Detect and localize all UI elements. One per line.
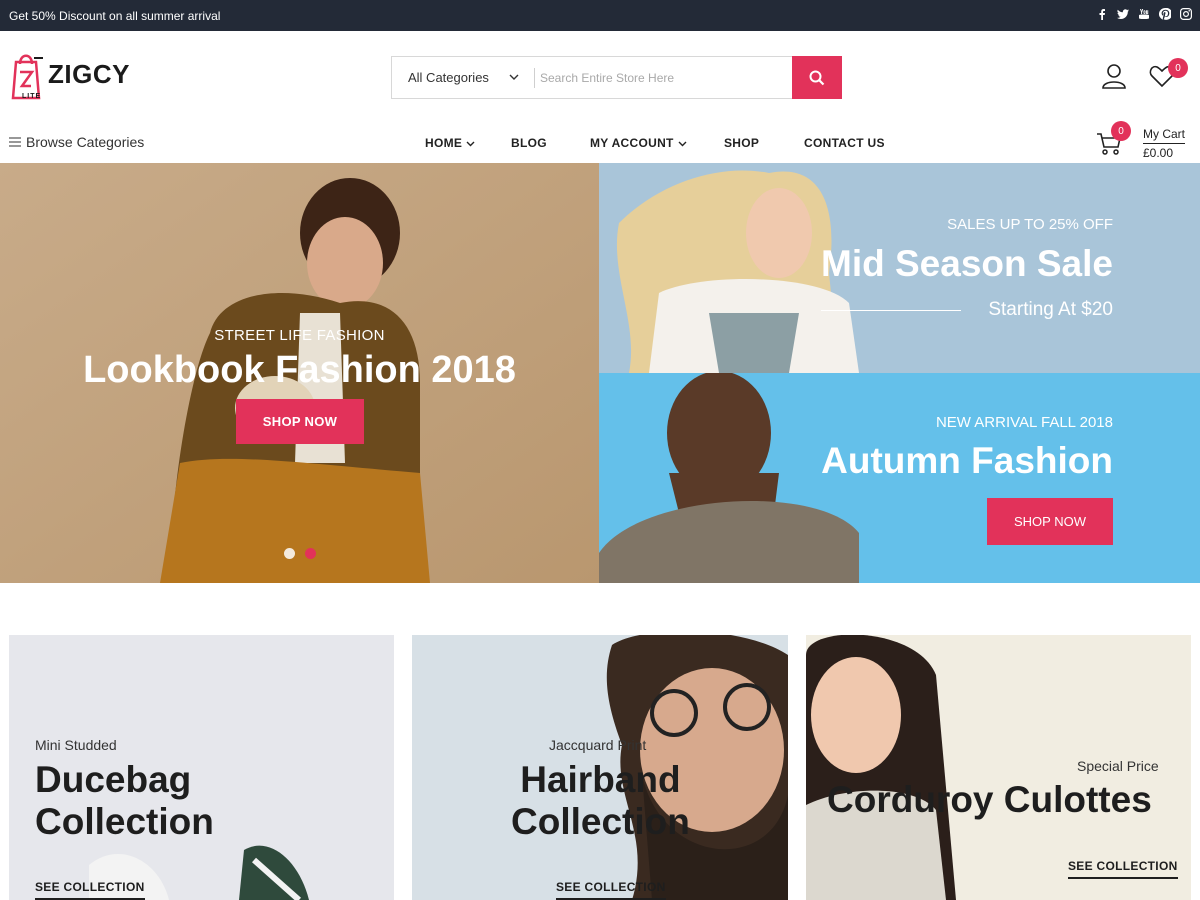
card-eyebrow: Jaccquard Print — [549, 737, 647, 753]
banner-eyebrow: NEW ARRIVAL FALL 2018 — [935, 414, 1113, 431]
nav-item-my-account[interactable]: MY ACCOUNT — [590, 136, 687, 150]
slider-dot[interactable] — [284, 548, 295, 559]
nav-item-label: SHOP — [724, 136, 760, 150]
cart-count-badge: 0 — [1111, 121, 1131, 141]
nav-item-label: MY ACCOUNT — [590, 136, 674, 150]
promo-text: Get 50% Discount on all summer arrival — [9, 9, 221, 23]
category-select-value: All Categories — [408, 70, 489, 85]
social-links — [1096, 7, 1192, 21]
hero-slide-lookbook: STREET LIFE FASHION Lookbook Fashion 201… — [0, 163, 599, 583]
card-title-line: Collection — [511, 801, 690, 842]
card-title-line: Hairband — [520, 759, 681, 800]
site-logo[interactable]: ZIGCY LITE — [9, 48, 139, 104]
nav-item-label: CONTACT US — [804, 136, 885, 150]
browse-categories[interactable]: Browse Categories — [9, 134, 144, 150]
shop-now-button[interactable]: SHOP NOW — [236, 399, 364, 444]
card-title: Corduroy Culottes — [827, 779, 1152, 821]
nav-item-label: BLOG — [511, 136, 547, 150]
search-button[interactable] — [792, 56, 842, 99]
search-input[interactable] — [540, 65, 790, 91]
card-eyebrow: Mini Studded — [35, 737, 117, 753]
banner-title: Autumn Fashion — [821, 440, 1113, 481]
brand-sub: LITE — [22, 93, 42, 100]
my-cart-link[interactable]: My Cart — [1143, 127, 1185, 144]
collection-card-corduroy[interactable]: Special Price Corduroy Culottes SEE COLL… — [806, 635, 1191, 900]
facebook-icon[interactable] — [1096, 7, 1108, 21]
banner-title: Mid Season Sale — [821, 243, 1113, 284]
instagram-icon[interactable] — [1180, 7, 1192, 21]
search-bar: All Categories — [391, 56, 842, 99]
nav-item-shop[interactable]: SHOP — [724, 136, 759, 150]
cart-total: £0.00 — [1143, 146, 1174, 160]
brand-name: ZIGCY — [48, 59, 130, 89]
banner-divider — [821, 310, 961, 311]
card-title-line: Collection — [35, 801, 214, 842]
slider-dot-active[interactable] — [305, 548, 316, 559]
nav-item-home[interactable]: HOME — [425, 136, 475, 150]
search-divider — [534, 68, 535, 88]
shop-now-button[interactable]: SHOP NOW — [987, 498, 1113, 545]
card-eyebrow: Special Price — [1077, 758, 1159, 774]
category-select[interactable]: All Categories — [392, 57, 533, 98]
nav-item-contact-us[interactable]: CONTACT US — [804, 136, 885, 150]
hero-banner-mid-season-sale[interactable]: SALES UP TO 25% OFF Mid Season Sale Star… — [599, 163, 1200, 373]
card-title-line: Corduroy Culottes — [827, 779, 1152, 820]
chevron-down-icon — [678, 141, 687, 146]
youtube-icon[interactable] — [1138, 7, 1150, 21]
hero-eyebrow: STREET LIFE FASHION — [214, 327, 385, 344]
card-title: Hairband Collection — [511, 759, 690, 843]
chevron-down-icon — [509, 74, 519, 80]
card-title: Ducebag Collection — [35, 759, 214, 843]
banner-subtitle: Starting At $20 — [988, 299, 1113, 320]
nav-item-blog[interactable]: BLOG — [511, 136, 547, 150]
search-icon — [809, 70, 825, 85]
see-collection-link[interactable]: SEE COLLECTION — [1068, 859, 1178, 879]
see-collection-link[interactable]: SEE COLLECTION — [35, 880, 145, 900]
twitter-icon[interactable] — [1117, 7, 1129, 21]
hero-title: Lookbook Fashion 2018 — [83, 349, 516, 391]
nav-item-label: HOME — [425, 136, 463, 150]
card-title-line: Ducebag — [35, 759, 192, 800]
top-announcement-bar: Get 50% Discount on all summer arrival — [0, 0, 1200, 31]
chevron-down-icon — [466, 141, 475, 146]
collection-card-ducebag[interactable]: Mini Studded Ducebag Collection SEE COLL… — [9, 635, 394, 900]
menu-icon — [9, 137, 21, 147]
user-account-icon[interactable] — [1101, 63, 1127, 89]
browse-categories-label: Browse Categories — [26, 134, 145, 150]
banner-eyebrow: SALES UP TO 25% OFF — [947, 216, 1113, 233]
collection-card-hairband[interactable]: Jaccquard Print Hairband Collection SEE … — [412, 635, 788, 900]
wishlist-count-badge: 0 — [1168, 58, 1188, 78]
hero-banner-autumn-fashion: NEW ARRIVAL FALL 2018 Autumn Fashion SHO… — [599, 373, 1200, 583]
see-collection-link[interactable]: SEE COLLECTION — [556, 880, 666, 900]
pinterest-icon[interactable] — [1159, 7, 1171, 21]
